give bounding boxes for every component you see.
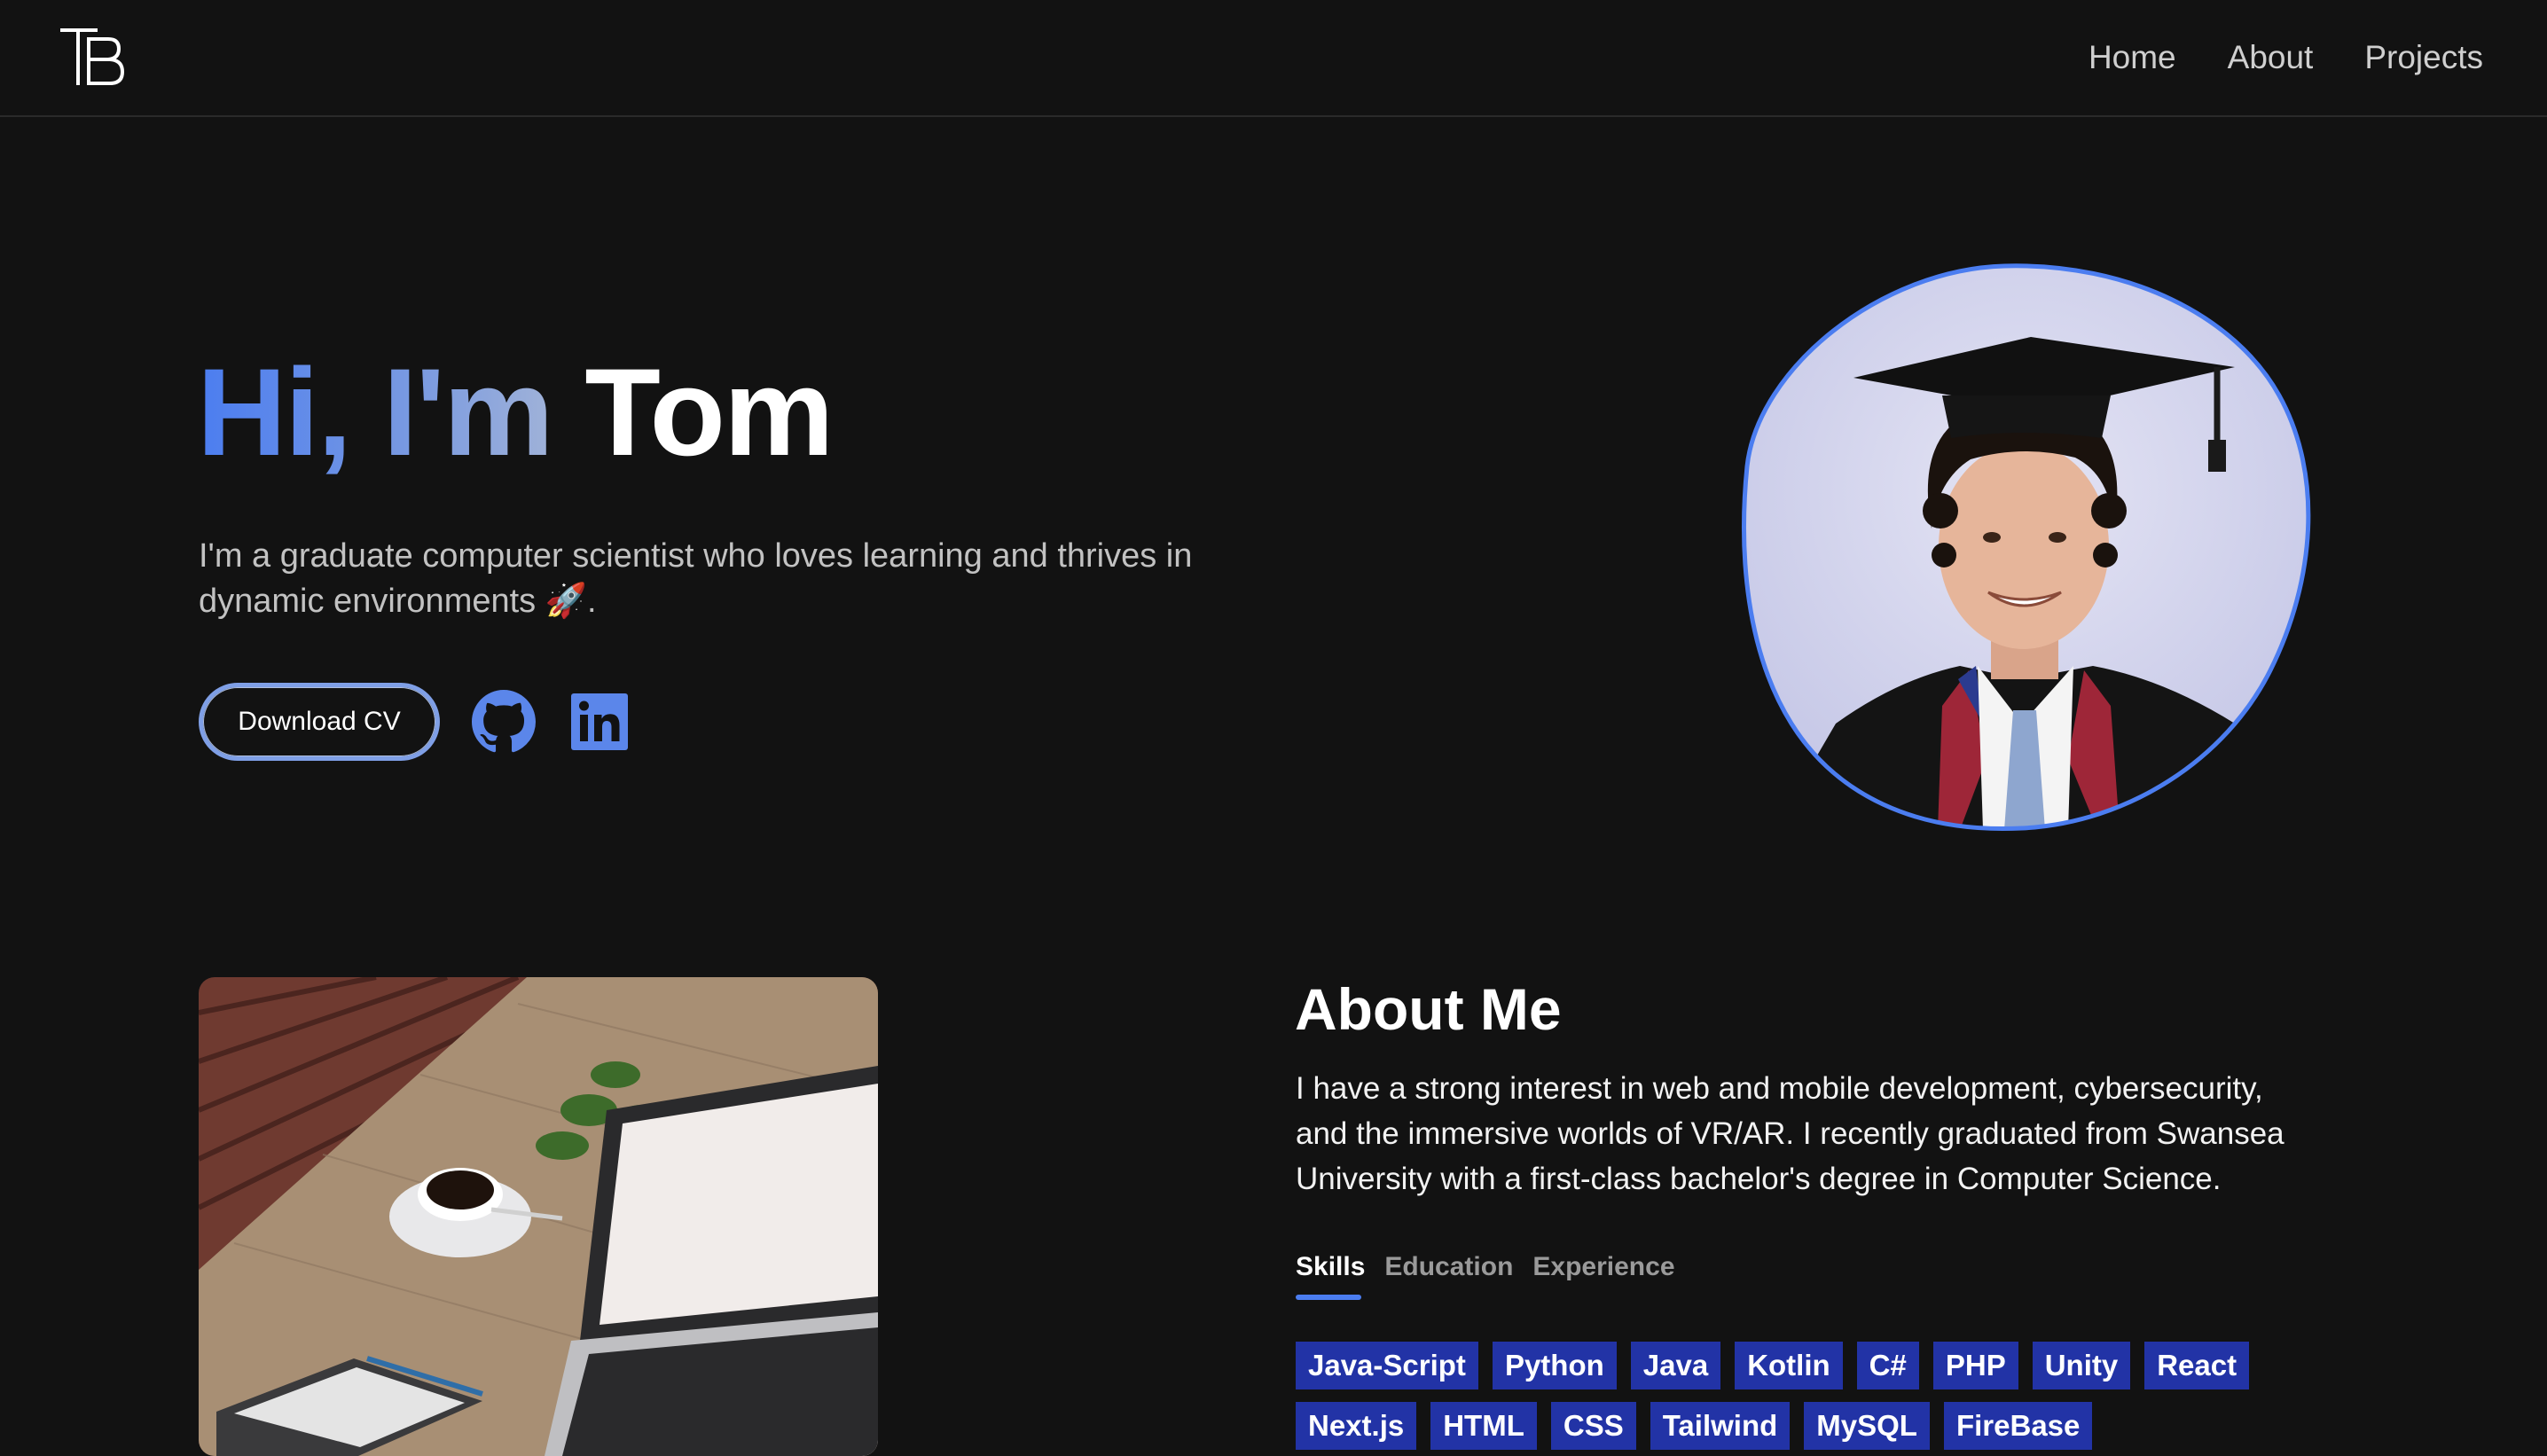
- nav-menu: Home About Projects: [2089, 0, 2483, 115]
- about-tabs: Skills Education Experience: [1296, 1252, 1675, 1300]
- hero-subtitle: I'm a graduate computer scientist who lo…: [199, 537, 1193, 620]
- skill-badge: Java-Script: [1296, 1342, 1478, 1389]
- tab-experience[interactable]: Experience: [1532, 1252, 1674, 1300]
- about-description: I have a strong interest in web and mobi…: [1296, 1071, 2284, 1196]
- hero-actions: Download CV: [199, 683, 631, 761]
- profile-photo: [1742, 263, 2311, 832]
- skill-badge: Next.js: [1296, 1402, 1417, 1450]
- tab-education[interactable]: Education: [1384, 1252, 1513, 1300]
- nav-home-link[interactable]: Home: [2089, 39, 2176, 76]
- nav-about-link[interactable]: About: [2228, 39, 2314, 76]
- skill-badge: Kotlin: [1735, 1342, 1843, 1389]
- linkedin-icon[interactable]: [568, 690, 631, 754]
- skill-badge: FireBase: [1943, 1402, 2093, 1450]
- github-icon[interactable]: [472, 690, 536, 754]
- skill-badge: MySQL: [1804, 1402, 1930, 1450]
- skills-list: Java-Script Python Java Kotlin C# PHP Un…: [1296, 1342, 2324, 1450]
- skill-badge: PHP: [1932, 1342, 2018, 1389]
- hero-title: Hi, I'm Tom: [197, 350, 835, 474]
- skill-badge: React: [2144, 1342, 2250, 1389]
- skill-badge: Tailwind: [1650, 1402, 1791, 1450]
- skill-badge: Java: [1630, 1342, 1721, 1389]
- tb-logo[interactable]: [60, 27, 126, 87]
- hero-name: Tom: [584, 342, 834, 481]
- navbar: Home About Projects: [0, 0, 2547, 117]
- download-cv-button[interactable]: Download CV: [199, 683, 440, 761]
- nav-projects-link[interactable]: Projects: [2364, 39, 2483, 76]
- about-title: About Me: [1295, 976, 1562, 1042]
- skill-badge: CSS: [1550, 1402, 1636, 1450]
- desk-laptop-photo: [199, 977, 878, 1456]
- hero-greeting: Hi, I'm: [197, 342, 585, 481]
- skill-badge: Unity: [2032, 1342, 2131, 1389]
- tab-skills[interactable]: Skills: [1296, 1252, 1365, 1300]
- skill-badge: Python: [1492, 1342, 1617, 1389]
- skill-badge: HTML: [1430, 1402, 1537, 1450]
- skill-badge: C#: [1856, 1342, 1919, 1389]
